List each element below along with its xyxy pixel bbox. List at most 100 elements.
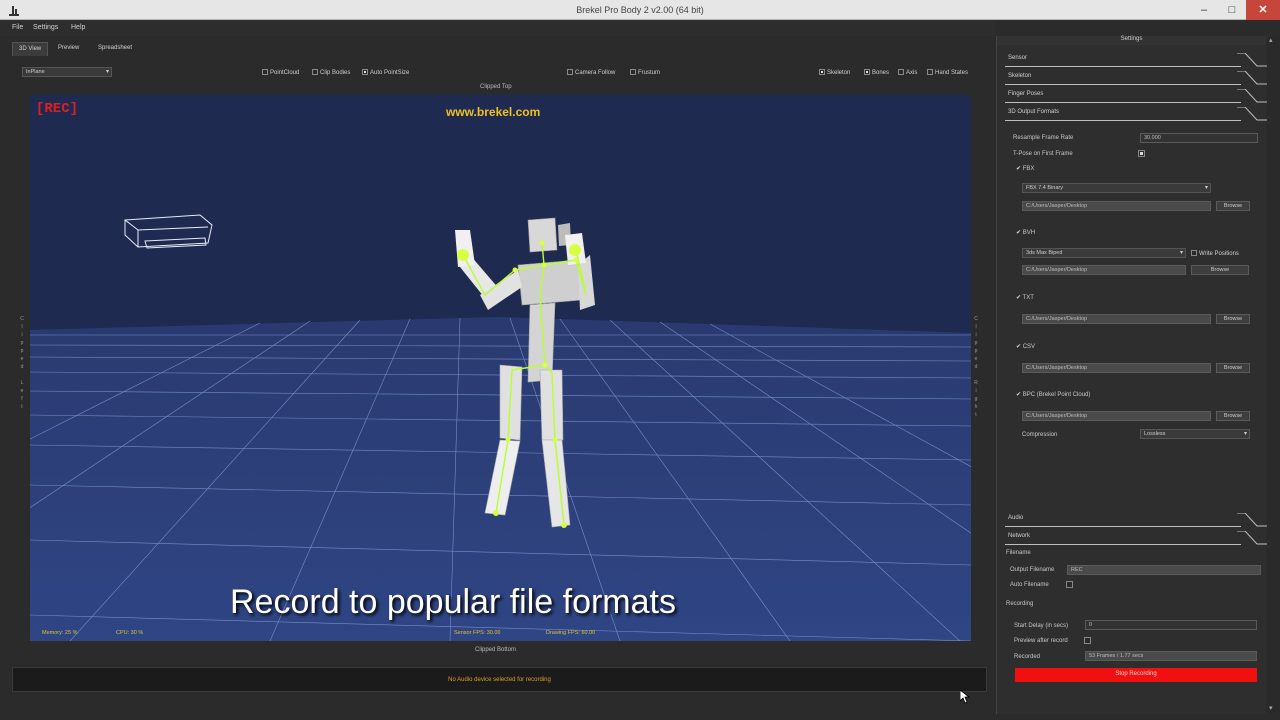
checkbox-clip-bodies[interactable]: Clip Bodies xyxy=(312,69,350,76)
section-label: Finger Poses xyxy=(1008,91,1044,97)
format-bvh-toggle[interactable]: ✔ BVH xyxy=(1016,229,1035,236)
format-fbx-toggle[interactable]: ✔ FBX xyxy=(1016,165,1034,172)
format-csv-toggle[interactable]: ✔ CSV xyxy=(1016,343,1035,350)
csv-browse-button[interactable]: Browse xyxy=(1216,363,1250,373)
auto-filename-checkbox[interactable] xyxy=(1066,581,1073,590)
bpc-path-field[interactable]: C:/Users/Jasper/Desktop xyxy=(1022,411,1211,421)
tab-preview-label: Preview xyxy=(58,45,80,51)
menu-settings[interactable]: Settings xyxy=(33,24,58,31)
tab-3d-view[interactable]: 3D View xyxy=(12,42,49,56)
checkbox-pointcloud[interactable]: PointCloud xyxy=(262,69,299,76)
maximize-button[interactable]: □ xyxy=(1218,0,1246,20)
fbx-browse-button[interactable]: Browse xyxy=(1216,201,1250,211)
checkbox-box xyxy=(1084,637,1091,644)
3d-viewport[interactable]: [REC] www.brekel.com Record to popular f… xyxy=(30,95,971,641)
memory-readout: Memory: 25 % xyxy=(42,630,78,636)
bpc-browse-button[interactable]: Browse xyxy=(1216,411,1250,421)
tab-3d-view-label: 3D View xyxy=(19,46,42,52)
scroll-up-icon[interactable]: ▴ xyxy=(1269,36,1273,44)
checkbox-box xyxy=(927,69,933,75)
filename-header: Filename xyxy=(1006,550,1031,556)
output-filename-label: Output Filename xyxy=(1010,567,1055,573)
recorded-value: 53 Frames / 1.77 secs xyxy=(1089,653,1144,659)
bvh-browse-button[interactable]: Browse xyxy=(1191,265,1249,275)
bvh-write-positions-checkbox[interactable]: Write Positions xyxy=(1191,250,1239,257)
clipped-bottom-label: Clipped Bottom xyxy=(475,647,517,653)
menu-help[interactable]: Help xyxy=(71,24,85,31)
button-label: Browse xyxy=(1223,413,1243,419)
checkbox-box xyxy=(1066,581,1073,588)
checkbox-box xyxy=(312,69,318,75)
bpc-path-value: C:/Users/Jasper/Desktop xyxy=(1026,413,1088,419)
checkbox-label: Auto PointSize xyxy=(370,70,410,76)
section-label: Network xyxy=(1008,533,1031,539)
checkbox-auto-pointsize[interactable]: Auto PointSize xyxy=(362,69,409,76)
preview-after-record-label: Preview after record xyxy=(1014,638,1068,644)
bvh-preset-value: 3ds Max Biped xyxy=(1026,250,1063,256)
start-delay-spinbox[interactable]: 0 xyxy=(1085,620,1257,630)
checkbox-bones[interactable]: Bones xyxy=(864,69,889,76)
csv-path-field[interactable]: C:/Users/Jasper/Desktop xyxy=(1022,363,1211,373)
bvh-preset-select[interactable]: 3ds Max Biped ▾ xyxy=(1022,248,1186,258)
scene-grid xyxy=(30,214,971,641)
tpose-checkbox[interactable] xyxy=(1138,150,1145,159)
preview-after-record-checkbox[interactable] xyxy=(1084,637,1091,646)
section-audio[interactable]: Audio xyxy=(1005,513,1267,527)
menu-bar: File Settings Help xyxy=(0,20,995,36)
fbx-path-field[interactable]: C:/Users/Jasper/Desktop xyxy=(1022,201,1211,211)
left-clip-ruler[interactable]: ClippedLeft xyxy=(18,315,26,411)
section-finger-poses[interactable]: Finger Poses xyxy=(1005,89,1267,103)
section-expander-icon xyxy=(1237,107,1267,121)
tab-spreadsheet[interactable]: Spreadsheet xyxy=(92,42,138,56)
checkbox-label: Skeleton xyxy=(827,70,851,76)
tpose-label: T-Pose on First Frame xyxy=(1013,151,1073,157)
video-caption: Record to popular file formats xyxy=(230,583,676,621)
minimize-button[interactable]: – xyxy=(1190,0,1218,20)
recording-header: Recording xyxy=(1006,601,1034,607)
scroll-down-icon[interactable]: ▾ xyxy=(1269,704,1273,712)
fbx-version-select[interactable]: FBX 7.4 Binary ▾ xyxy=(1022,183,1211,193)
close-button[interactable]: ✕ xyxy=(1246,0,1280,20)
txt-path-field[interactable]: C:/Users/Jasper/Desktop xyxy=(1022,314,1211,324)
checkbox-box xyxy=(630,69,636,75)
fbx-path-value: C:/Users/Jasper/Desktop xyxy=(1026,203,1088,209)
drawing-fps-readout: Drawing FPS: 60.00 xyxy=(546,630,596,636)
section-sensor[interactable]: Sensor xyxy=(1005,53,1267,67)
section-label: 3D Output Formats xyxy=(1008,109,1060,115)
checkbox-skeleton[interactable]: Skeleton xyxy=(819,69,850,76)
checkbox-camera-follow[interactable]: Camera Follow xyxy=(567,69,615,76)
format-fbx-label: FBX xyxy=(1022,166,1035,172)
recorded-label: Recorded xyxy=(1014,654,1041,660)
format-txt-toggle[interactable]: ✔ TXT xyxy=(1016,294,1034,301)
section-expander-icon xyxy=(1237,513,1267,527)
checkbox-label: Axis xyxy=(906,70,918,76)
section-bar xyxy=(1005,53,1241,67)
resample-spinbox[interactable]: 30.000 xyxy=(1140,133,1258,143)
checkbox-box xyxy=(262,69,268,75)
format-csv-label: CSV xyxy=(1022,344,1036,350)
status-bar: No Audio device selected for recording xyxy=(12,667,987,692)
txt-browse-button[interactable]: Browse xyxy=(1216,314,1250,324)
check-icon: ✔ xyxy=(1016,392,1022,398)
menu-file[interactable]: File xyxy=(12,24,23,31)
bvh-path-field[interactable]: C:/Users/Jasper/Desktop xyxy=(1022,265,1186,275)
checkbox-hand-states[interactable]: Hand States xyxy=(927,69,968,76)
section-skeleton[interactable]: Skeleton xyxy=(1005,71,1267,85)
section-3d-output-formats[interactable]: 3D Output Formats xyxy=(1005,107,1267,121)
tab-preview[interactable]: Preview xyxy=(52,42,85,56)
section-bar xyxy=(1005,71,1241,85)
compression-select[interactable]: Lossless ▾ xyxy=(1140,429,1250,439)
button-label: Browse xyxy=(1223,316,1243,322)
format-bpc-toggle[interactable]: ✔ BPC (Brekel Point Cloud) xyxy=(1016,391,1090,398)
output-filename-field[interactable]: REC xyxy=(1067,565,1261,575)
view-mode-select[interactable]: InPlane ▾ xyxy=(22,67,112,77)
chevron-down-icon: ▾ xyxy=(1204,185,1208,191)
right-clip-ruler[interactable]: ClippedRight xyxy=(972,315,980,419)
section-network[interactable]: Network xyxy=(1005,531,1267,545)
window-title: Brekel Pro Body 2 v2.00 (64 bit) xyxy=(576,5,704,15)
recording-indicator: [REC] xyxy=(36,101,79,117)
checkbox-frustum[interactable]: Frustum xyxy=(630,69,660,76)
stop-recording-button[interactable]: Stop Recording xyxy=(1015,668,1257,682)
checkbox-axis[interactable]: Axis xyxy=(898,69,917,76)
settings-scrollbar[interactable]: ▴ ▾ xyxy=(1267,36,1279,714)
